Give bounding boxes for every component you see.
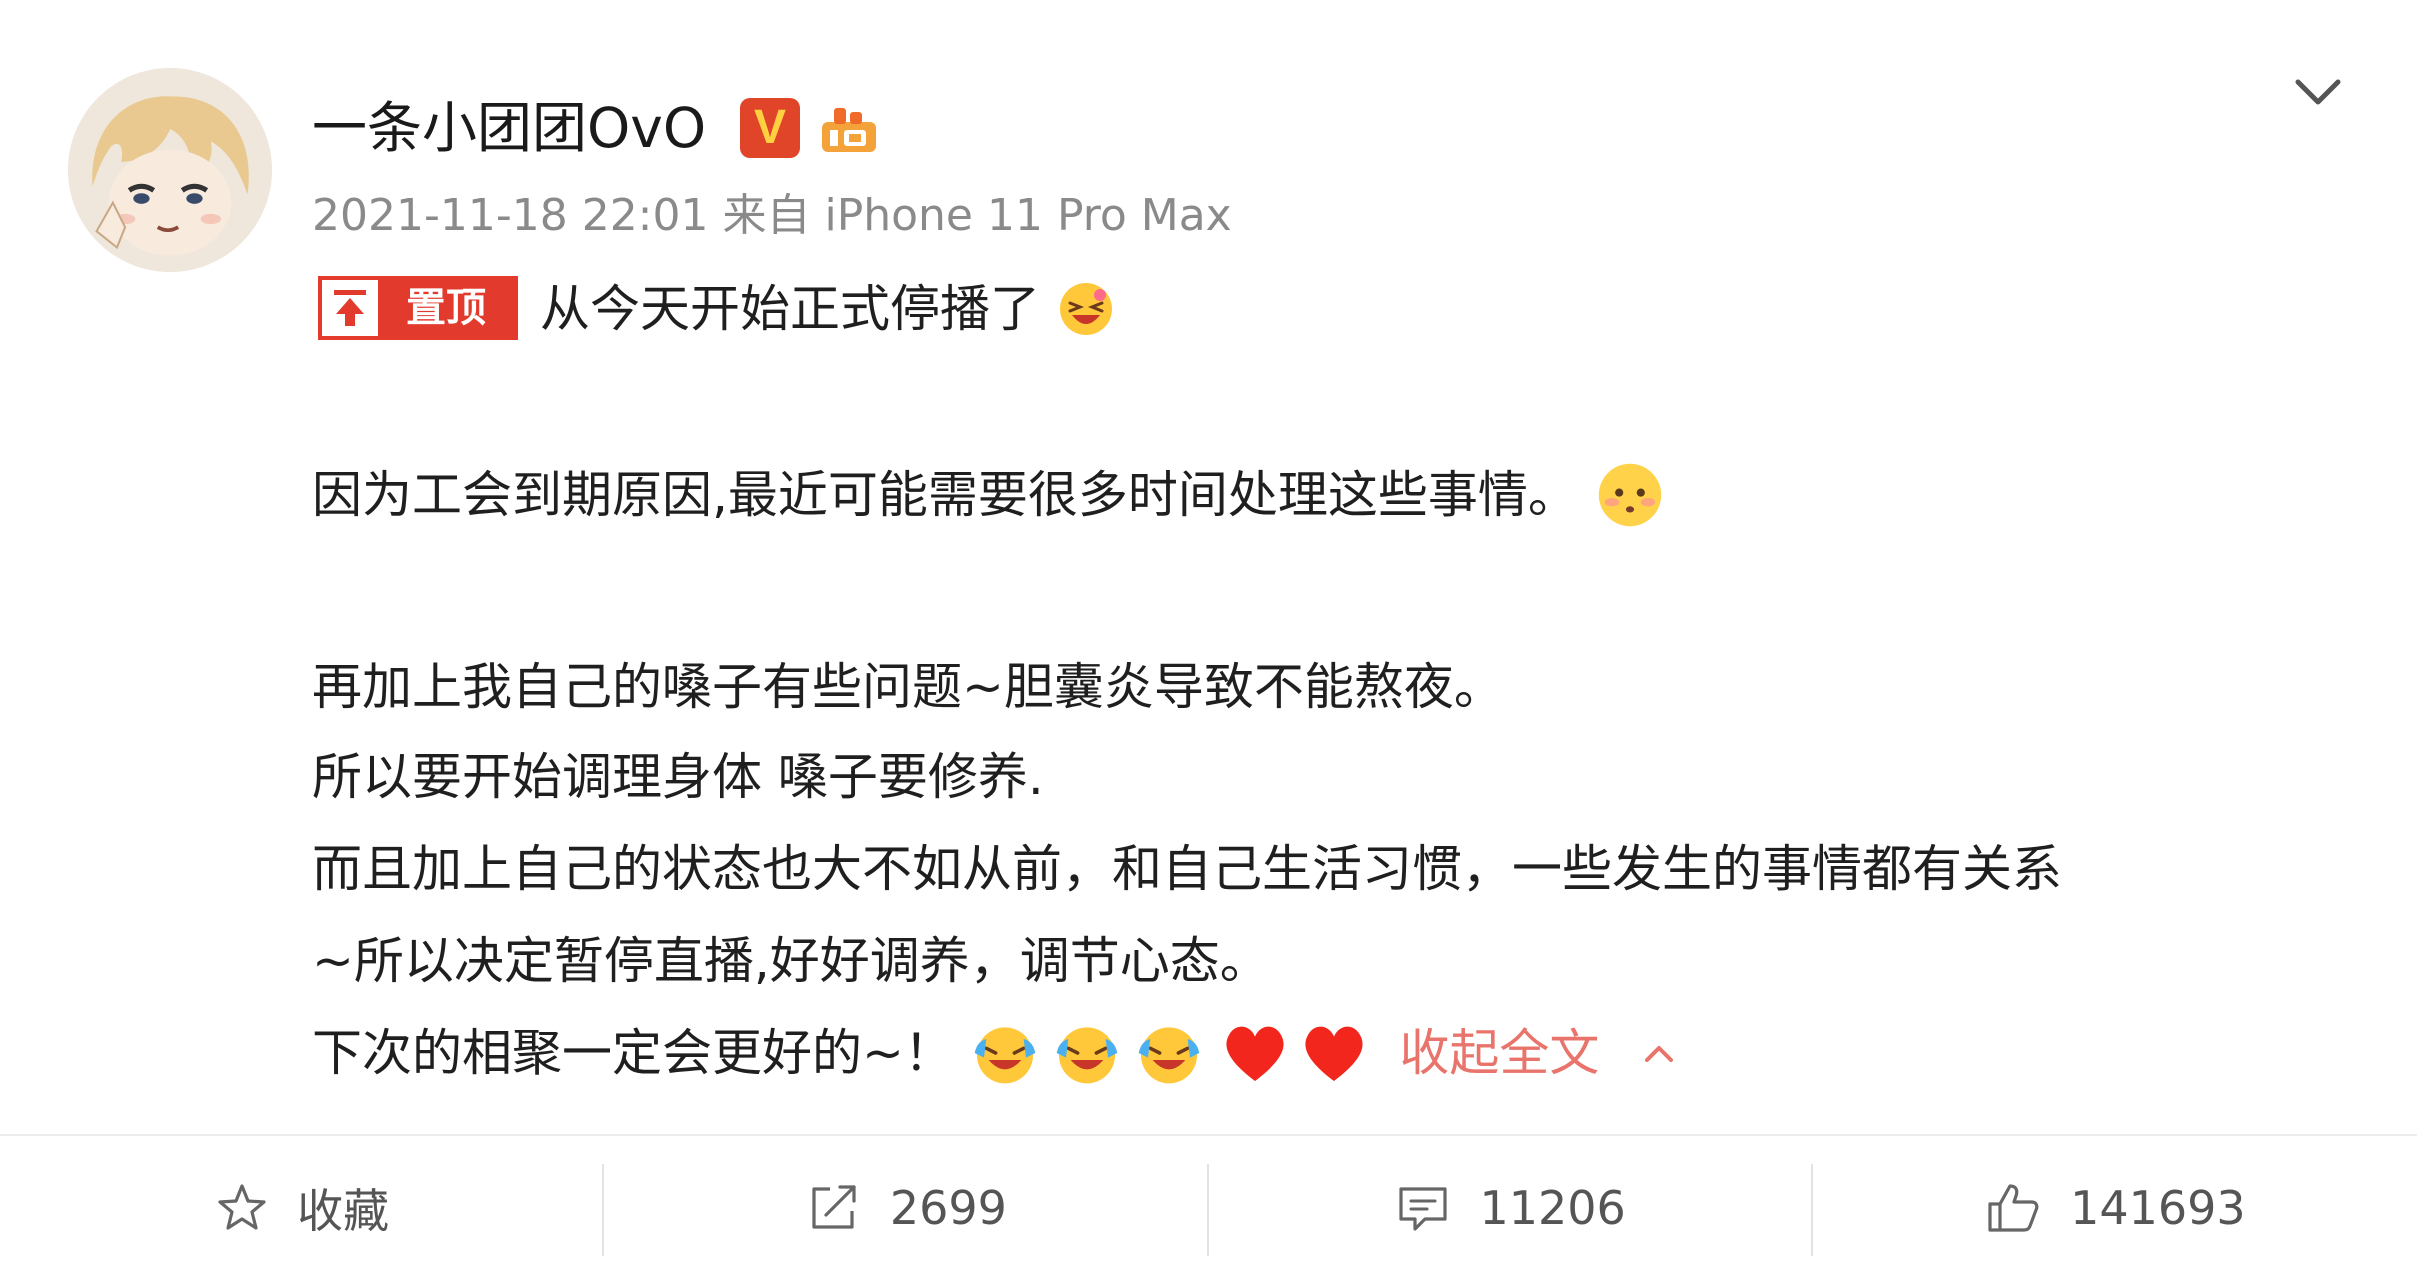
- crying-laugh-emoji-icon: [974, 1026, 1036, 1083]
- favorite-button[interactable]: 收藏: [0, 1136, 605, 1280]
- heart-icon: [1225, 1026, 1284, 1081]
- vip-badge-icon: V: [740, 98, 800, 158]
- thumbs-up-icon: [1988, 1184, 2039, 1232]
- share-icon: [812, 1185, 856, 1229]
- repost-count: 2699: [889, 1181, 1007, 1235]
- repost-button[interactable]: 2699: [604, 1136, 1209, 1280]
- post-line-3: 再加上我自己的嗓子有些问题~胆囊炎导致不能熬夜。: [312, 658, 1504, 716]
- comment-icon: [1399, 1187, 1448, 1231]
- heart-icon: [1305, 1026, 1363, 1081]
- comment-count: 11206: [1479, 1181, 1626, 1235]
- crying-laugh-emoji-icon: [1138, 1026, 1199, 1083]
- post-text: 因为工会到期原因,最近可能需要很多时间处理这些事情。: [312, 466, 1578, 524]
- post-line-4: 所以要开始调理身体 嗓子要修养.: [312, 748, 1044, 806]
- chevron-down-icon[interactable]: [2290, 64, 2346, 120]
- post-text: 从今天开始正式停播了: [540, 280, 1040, 338]
- avatar[interactable]: [68, 68, 272, 272]
- post-line-2: 因为工会到期原因,最近可能需要很多时间处理这些事情。: [312, 460, 1666, 535]
- like-button[interactable]: 141693: [1813, 1136, 2417, 1280]
- post-line-1: 从今天开始正式停播了: [540, 274, 1116, 344]
- member-level-icon: [822, 108, 876, 152]
- favorite-label: 收藏: [297, 1184, 390, 1238]
- collapse-full-text-link[interactable]: 收起全文: [1399, 1024, 1599, 1082]
- action-bar: 收藏 2699 11206 141693: [0, 1136, 2417, 1280]
- pinned-badge: 置顶: [318, 276, 518, 340]
- post-line-5: 而且加上自己的状态也大不如从前，和自己生活习惯，一些发生的事情都有关系: [312, 840, 2062, 898]
- post-line-7: 下次的相聚一定会更好的~！ 收起全文: [312, 1018, 1679, 1092]
- weibo-post: 一条小团团OvO V 2021-11-18 22:01 来自 iPhone 11…: [0, 0, 2417, 1280]
- pin-icon: [322, 280, 378, 336]
- post-line-6: ~所以决定暂停直播,好好调养，调节心态。: [312, 932, 1270, 990]
- laughing-emoji-icon: [1059, 282, 1112, 335]
- username[interactable]: 一条小团团OvO: [312, 88, 706, 168]
- post-meta: 2021-11-18 22:01 来自 iPhone 11 Pro Max: [312, 190, 1232, 241]
- post-text: 下次的相聚一定会更好的~！: [312, 1024, 954, 1082]
- comment-button[interactable]: 11206: [1209, 1136, 1813, 1280]
- chevron-up-icon[interactable]: [1639, 1038, 1679, 1068]
- avatar-image: [68, 68, 272, 272]
- star-icon: [218, 1184, 266, 1230]
- crying-laugh-emoji-icon: [1056, 1026, 1118, 1083]
- blushing-emoji-icon: [1598, 463, 1662, 526]
- pinned-label: 置顶: [406, 285, 486, 331]
- like-count: 141693: [2070, 1181, 2246, 1235]
